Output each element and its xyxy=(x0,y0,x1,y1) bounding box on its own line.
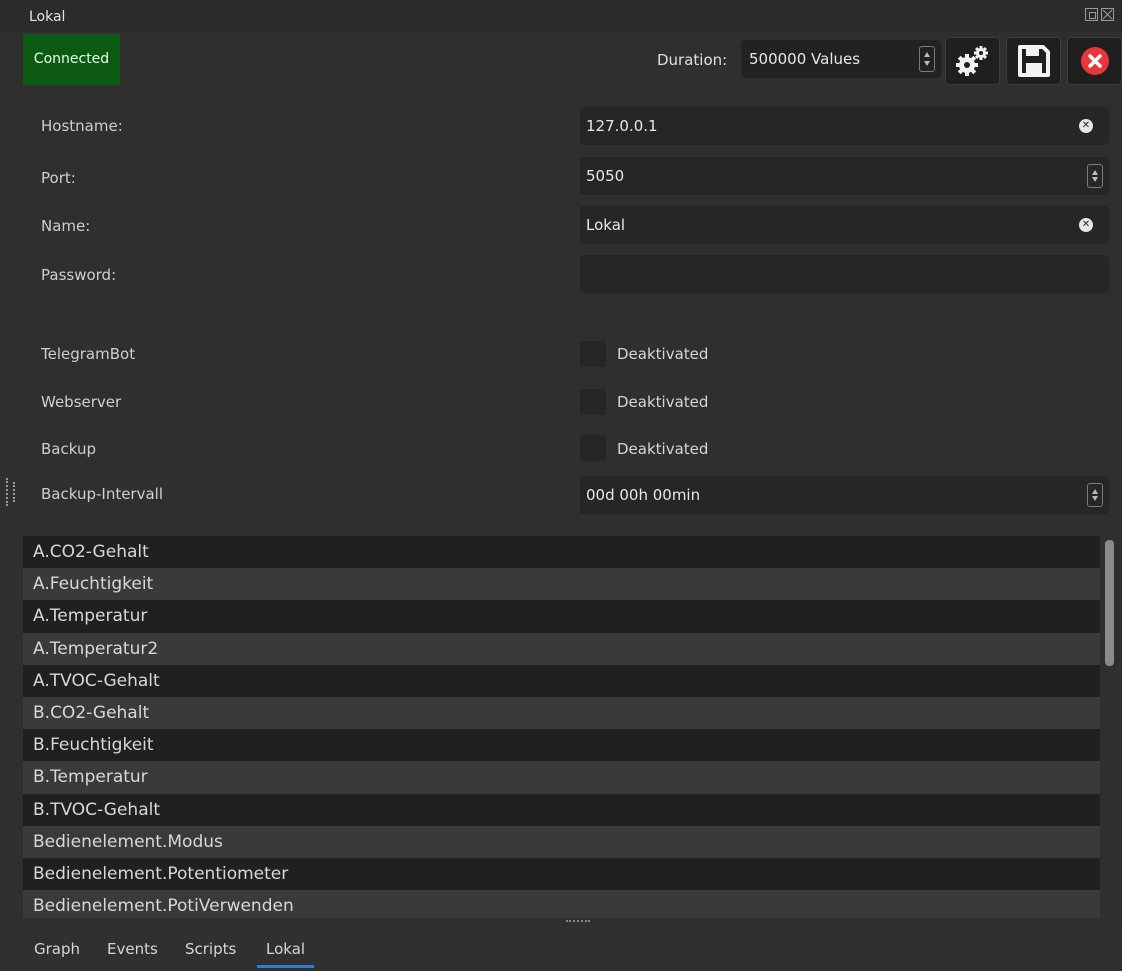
list-item[interactable]: B.Temperatur xyxy=(23,761,1100,794)
name-label: Name: xyxy=(41,217,91,235)
port-value: 5050 xyxy=(586,167,625,185)
telegram-bot-label: TelegramBot xyxy=(41,345,136,363)
bottom-tab-bar: Graph Events Scripts Lokal xyxy=(0,926,1122,971)
port-spinbox[interactable]: 5050 xyxy=(580,157,1109,195)
variable-list[interactable]: A.CO2-Gehalt A.Feuchtigkeit A.Temperatur… xyxy=(23,536,1100,918)
list-item[interactable]: B.Feuchtigkeit xyxy=(23,729,1100,762)
password-input[interactable] xyxy=(580,255,1109,293)
list-item[interactable]: A.CO2-Gehalt xyxy=(23,536,1100,569)
list-item[interactable]: Bedienelement.Modus xyxy=(23,825,1100,858)
webserver-state: Deaktivated xyxy=(617,393,709,411)
webserver-checkbox[interactable] xyxy=(580,389,606,415)
clear-hostname-icon[interactable]: ✕ xyxy=(1079,119,1093,133)
close-window-icon[interactable] xyxy=(1101,8,1114,21)
save-button[interactable] xyxy=(1006,37,1061,85)
backup-interval-label: Backup-Intervall xyxy=(41,485,164,503)
hostname-value: 127.0.0.1 xyxy=(586,117,658,135)
connection-status-badge: Connected xyxy=(23,34,120,85)
duration-spinbox[interactable]: 500000 Values xyxy=(741,40,941,78)
settings-button[interactable] xyxy=(945,37,1000,85)
list-item[interactable]: A.TVOC-Gehalt xyxy=(23,664,1100,697)
backup-interval-spinbox[interactable]: 00d 00h 00min xyxy=(580,476,1109,514)
backup-label: Backup xyxy=(41,440,96,458)
duration-stepper[interactable] xyxy=(919,46,935,72)
backup-interval-value: 00d 00h 00min xyxy=(586,486,701,504)
list-item[interactable]: A.Temperatur2 xyxy=(23,632,1100,665)
backup-interval-stepper[interactable] xyxy=(1087,483,1103,507)
gears-icon xyxy=(955,46,988,76)
close-circle-icon xyxy=(1080,47,1109,75)
clear-name-icon[interactable]: ✕ xyxy=(1079,218,1093,232)
duration-label: Duration: xyxy=(657,51,728,69)
window-titlebar: Lokal xyxy=(0,0,1122,32)
disconnect-button[interactable] xyxy=(1067,37,1122,85)
tab-lokal[interactable]: Lokal xyxy=(256,940,315,968)
tab-scripts[interactable]: Scripts xyxy=(185,940,236,958)
dock-grip-handle-secondary[interactable] xyxy=(13,482,15,502)
list-item[interactable]: A.Temperatur xyxy=(23,600,1100,633)
name-input[interactable]: Lokal ✕ xyxy=(580,206,1109,244)
webserver-label: Webserver xyxy=(41,393,122,411)
password-label: Password: xyxy=(41,266,117,284)
list-item[interactable]: A.Feuchtigkeit xyxy=(23,568,1100,601)
hostname-input[interactable]: 127.0.0.1 ✕ xyxy=(580,107,1109,145)
tab-graph[interactable]: Graph xyxy=(34,940,80,958)
list-item[interactable]: Bedienelement.Potentiometer xyxy=(23,857,1100,891)
float-window-icon[interactable] xyxy=(1085,8,1098,21)
list-item[interactable]: B.TVOC-Gehalt xyxy=(23,793,1100,826)
floppy-icon xyxy=(1017,45,1050,77)
port-label: Port: xyxy=(41,169,76,187)
backup-state: Deaktivated xyxy=(617,440,709,458)
telegram-bot-checkbox[interactable] xyxy=(580,341,606,367)
port-stepper[interactable] xyxy=(1087,164,1103,188)
splitter-handle[interactable] xyxy=(0,918,1122,926)
name-value: Lokal xyxy=(586,216,626,234)
backup-checkbox[interactable] xyxy=(580,435,606,461)
list-item[interactable]: B.CO2-Gehalt xyxy=(23,696,1100,730)
window-title: Lokal xyxy=(29,9,66,25)
dock-grip-handle[interactable] xyxy=(6,478,8,506)
hostname-label: Hostname: xyxy=(41,117,123,135)
duration-value: 500000 Values xyxy=(749,50,861,68)
telegram-bot-state: Deaktivated xyxy=(617,345,709,363)
tab-events[interactable]: Events xyxy=(107,940,158,958)
list-item[interactable]: Bedienelement.PotiVerwenden xyxy=(23,890,1100,918)
list-scrollbar[interactable] xyxy=(1105,540,1114,666)
splitter-grip-icon xyxy=(566,920,590,922)
